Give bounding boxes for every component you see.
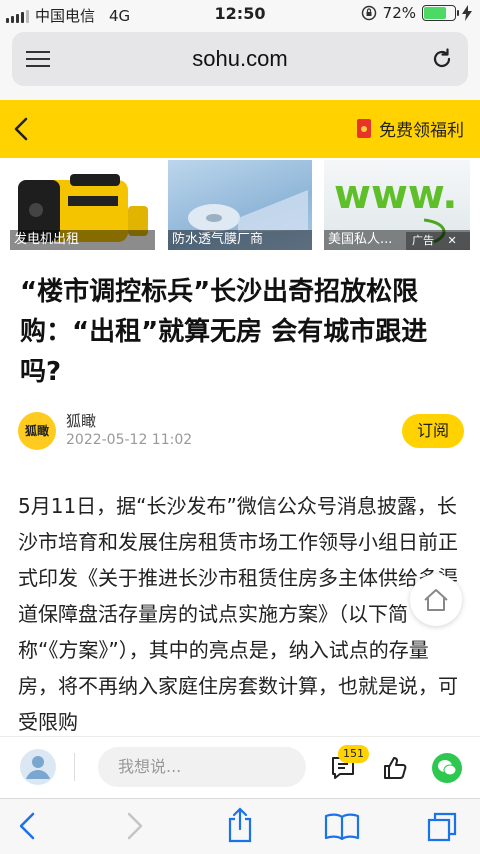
author-avatar[interactable]: 狐瞰 bbox=[18, 412, 56, 450]
ad-caption: 发电机出租 bbox=[10, 230, 155, 250]
comment-count-badge: 151 bbox=[338, 745, 369, 763]
reload-icon[interactable] bbox=[430, 47, 454, 71]
ad-strip: 发电机出租 防水透气膜厂商 www. 美国私人... 广告 ✕ bbox=[0, 158, 480, 250]
orientation-lock-icon bbox=[361, 5, 376, 21]
bookmarks-icon[interactable] bbox=[324, 811, 360, 841]
wechat-share-button[interactable] bbox=[432, 753, 462, 783]
ad-card-generator[interactable]: 发电机出租 bbox=[10, 160, 155, 250]
charging-bolt-icon bbox=[462, 5, 472, 21]
browser-top-bar: sohu.com bbox=[0, 28, 480, 100]
browser-back-icon[interactable] bbox=[18, 811, 36, 841]
ad-tag-label: 广告 bbox=[412, 234, 434, 247]
tabs-icon[interactable] bbox=[426, 811, 458, 843]
comment-bar: 我想说... 151 bbox=[0, 736, 480, 798]
address-domain[interactable]: sohu.com bbox=[12, 46, 468, 72]
battery-icon bbox=[422, 5, 459, 21]
share-icon[interactable] bbox=[226, 807, 254, 843]
comment-bar-divider bbox=[74, 753, 75, 781]
wechat-icon bbox=[438, 760, 457, 776]
user-avatar-icon bbox=[20, 749, 56, 785]
battery-percent: 72% bbox=[382, 4, 416, 22]
ad-tag[interactable]: 广告 ✕ bbox=[406, 232, 470, 250]
browser-forward-icon[interactable] bbox=[126, 811, 144, 841]
status-bar: 中国电信 4G 12:50 72% bbox=[0, 0, 480, 28]
comment-input[interactable]: 我想说... bbox=[98, 747, 306, 787]
address-bar[interactable]: sohu.com bbox=[12, 32, 468, 86]
user-avatar[interactable] bbox=[20, 749, 56, 785]
subscribe-button[interactable]: 订阅 bbox=[402, 414, 464, 448]
red-packet-icon bbox=[357, 119, 371, 138]
publish-date: 2022-05-12 11:02 bbox=[66, 432, 193, 448]
ad-card-membrane[interactable]: 防水透气膜厂商 bbox=[168, 160, 312, 250]
ad-close-icon[interactable]: ✕ bbox=[448, 234, 457, 247]
welfare-promo-label: 免费领福利 bbox=[379, 121, 464, 141]
browser-toolbar bbox=[0, 798, 480, 854]
battery-fill bbox=[424, 7, 446, 19]
article-body: 5月11日，据“长沙发布”微信公众号消息披露，长沙市培育和发展住房租赁市场工作领… bbox=[18, 494, 458, 734]
article-title: “楼市调控标兵”长沙出奇招放松限购：“出租”就算无房 会有城市跟进吗? bbox=[20, 277, 428, 387]
ad-caption: 防水透气膜厂商 bbox=[168, 230, 312, 250]
back-arrow-icon[interactable] bbox=[14, 117, 28, 141]
home-icon bbox=[424, 589, 448, 611]
page-header: 免费领福利 bbox=[0, 100, 480, 158]
svg-text:www.: www. bbox=[334, 172, 458, 218]
thumbs-up-icon[interactable] bbox=[382, 755, 408, 781]
author-name[interactable]: 狐瞰 bbox=[66, 410, 96, 431]
author-row: 狐瞰 狐瞰 2022-05-12 11:02 订阅 bbox=[18, 412, 464, 452]
home-button[interactable] bbox=[410, 574, 462, 626]
welfare-promo-button[interactable]: 免费领福利 bbox=[357, 116, 464, 141]
ad-card-www[interactable]: www. 美国私人... 广告 ✕ bbox=[324, 160, 470, 250]
